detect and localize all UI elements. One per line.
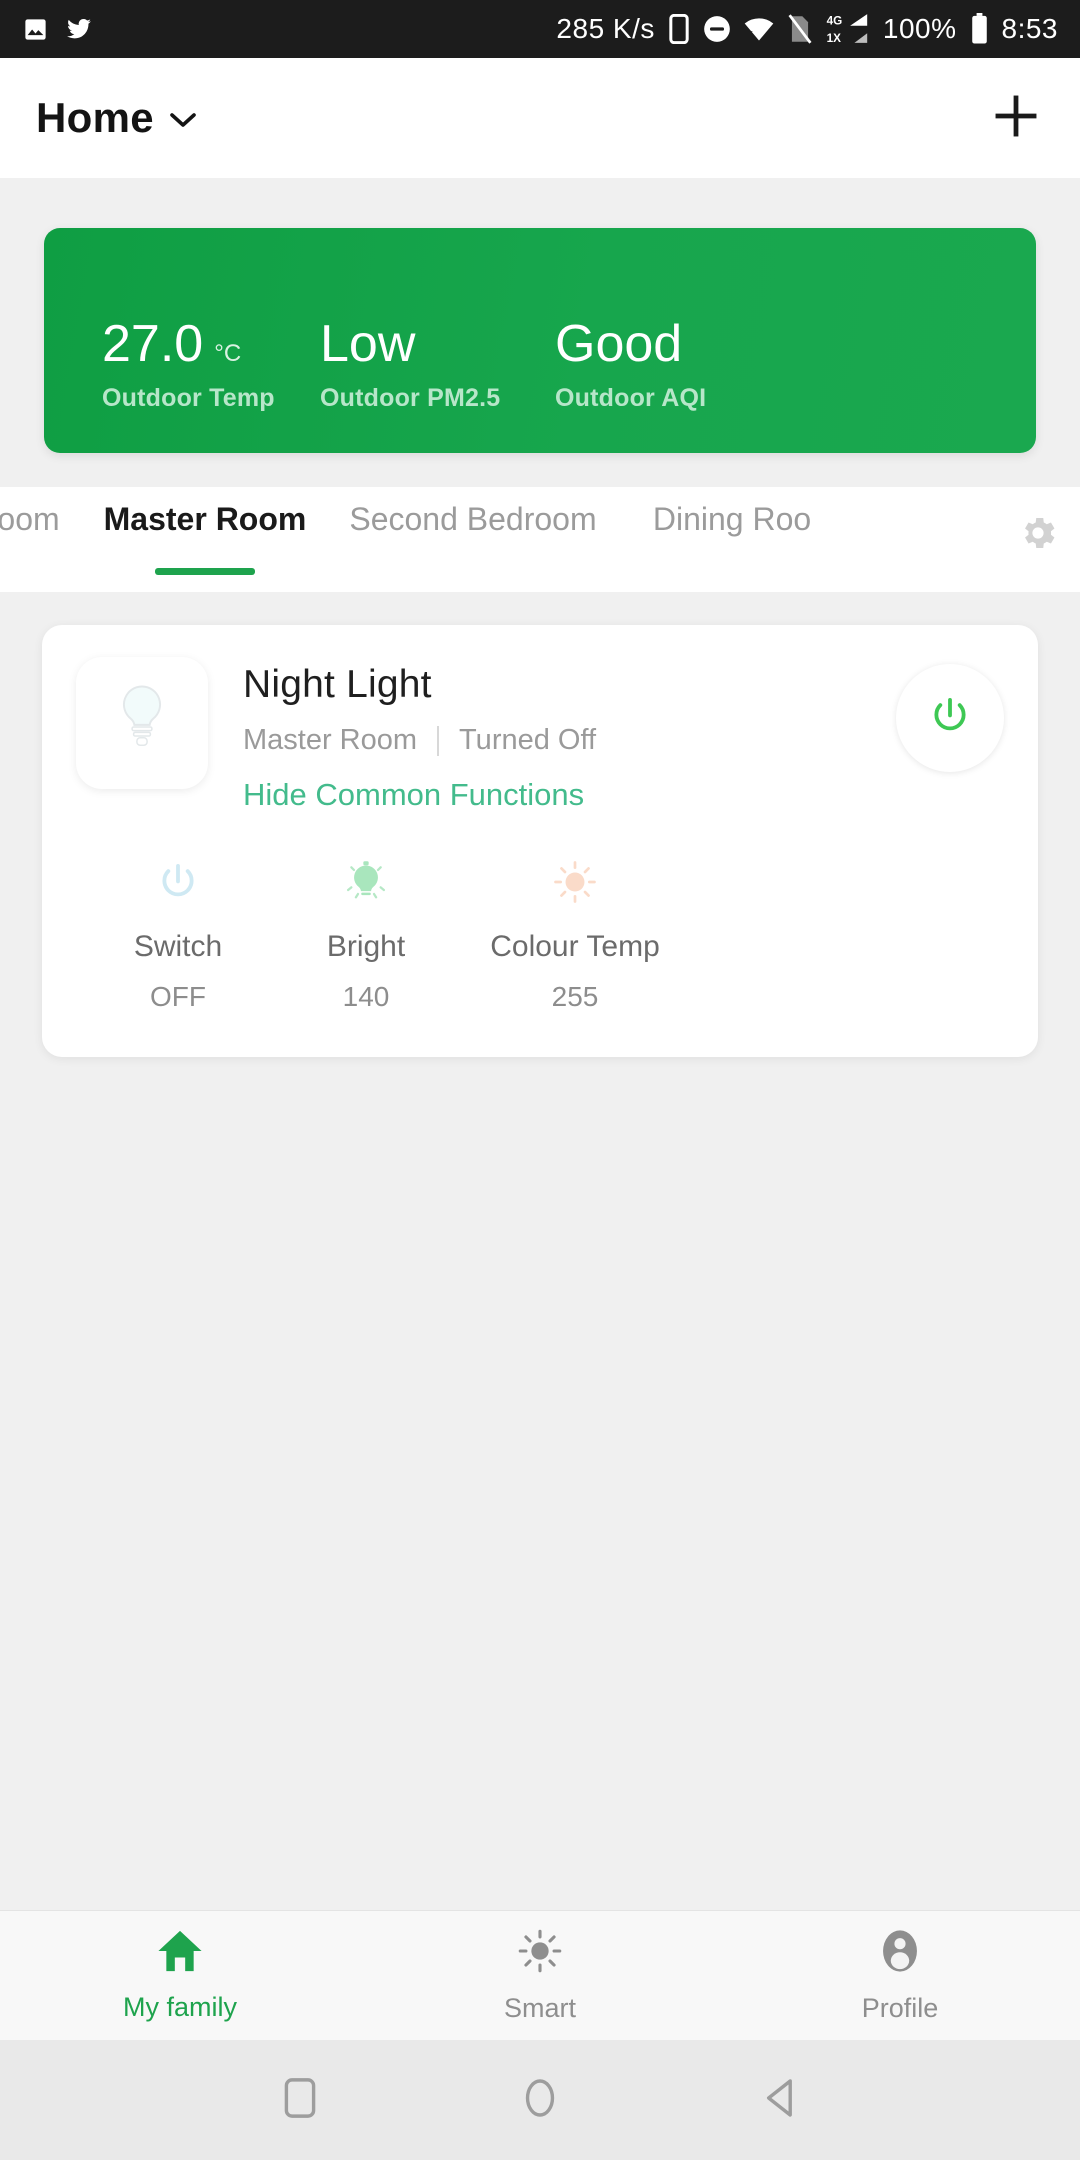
subtitle-divider [437,725,440,756]
colour-temp-sun-icon [552,858,598,906]
vibrate-icon [668,13,690,45]
env-label: Outdoor AQI [555,384,707,412]
recents-square-icon [283,2076,317,2125]
environment-card[interactable]: 27.0 °C Outdoor Temp Low Outdoor PM2.5 G… [44,228,1036,453]
device-room: Master Room [243,724,418,756]
hide-common-functions-link[interactable]: Hide Common Functions [243,777,896,813]
function-colour-temp[interactable]: Colour Temp 255 [460,858,690,1013]
plus-icon [991,91,1041,146]
back-button[interactable] [745,2065,815,2135]
device-name: Night Light [243,663,432,706]
device-card-night-light[interactable]: Night Light Master Room Turned Off Hide … [42,625,1038,1057]
bulb-icon [111,682,173,765]
bottom-navigation: My family Smart Profile [0,1910,1080,2040]
home-circle-icon [523,2076,557,2125]
function-name: Switch [133,930,223,963]
tab-dining-room[interactable]: Dining Roo [612,487,852,592]
gear-icon [1017,512,1059,559]
tab-underline [155,568,255,575]
network-speed-text: 285 K/s [556,13,655,44]
home-button[interactable] [505,2065,575,2135]
env-value: Good [555,315,683,374]
device-list-area: Night Light Master Room Turned Off Hide … [0,592,1080,1910]
clock-text: 8:53 [1001,13,1058,44]
wifi-icon [744,16,774,42]
home-selector[interactable]: Home [36,94,196,142]
device-info: Night Light Master Room Turned Off Hide … [243,657,896,813]
env-metric-outdoor-aqi: Good Outdoor AQI [555,317,706,413]
battery-full-icon [970,13,989,45]
nav-label: Profile [861,1992,939,2023]
function-name: Bright [326,930,406,963]
recents-button[interactable] [265,2065,335,2135]
battery-percent-text: 100% [882,13,957,44]
tab-label: Room [0,501,60,537]
page-title: Home [36,94,154,141]
tab-room[interactable]: Room [0,487,76,592]
env-label: Outdoor PM2.5 [320,384,501,412]
tab-master-room[interactable]: Master Room [76,487,334,592]
status-bar: 285 K/s 4G 1X 100% 8:53 [0,0,1080,58]
nav-label: Smart [503,1992,576,2023]
function-switch[interactable]: Switch OFF [84,858,272,1013]
room-settings-button[interactable] [1010,507,1066,563]
nav-item-smart[interactable]: Smart [360,1928,720,2024]
svg-text:4G: 4G [827,15,843,28]
profile-avatar-icon [879,1928,921,1979]
sim-off-icon [787,14,813,44]
chevron-down-icon [170,112,196,128]
app-header: Home [0,58,1080,178]
nav-label: My family [123,1991,237,2022]
brightness-bulb-icon [343,858,389,906]
signal-4g-1x-icon: 4G 1X [826,13,870,45]
twitter-icon [65,16,93,42]
phone-screen: 285 K/s 4G 1X 100% 8:53 Home 27.0 °C Out… [0,0,1080,2160]
power-icon [156,858,200,906]
device-subtitle: Master Room Turned Off [243,724,896,757]
image-icon [22,16,49,43]
svg-text:1X: 1X [827,32,842,45]
common-functions-row: Switch OFF Bright 140 Colour Temp 255 [42,813,1038,1013]
do-not-disturb-icon [703,15,731,43]
env-unit: °C [214,340,242,368]
device-power-button[interactable] [896,664,1004,772]
tab-label: Second Bedroom [349,501,597,537]
function-value: 255 [551,981,599,1012]
function-name: Colour Temp [490,930,660,963]
tab-second-bedroom[interactable]: Second Bedroom [334,487,612,592]
env-metric-outdoor-pm25: Low Outdoor PM2.5 [320,317,555,413]
power-icon [928,694,972,743]
function-value: OFF [150,981,206,1012]
env-label: Outdoor Temp [102,384,275,412]
nav-item-my-family[interactable]: My family [0,1929,360,2023]
home-icon [157,1929,203,1978]
smart-sun-icon [517,1928,563,1979]
back-triangle-icon [763,2076,797,2125]
function-bright[interactable]: Bright 140 [272,858,460,1013]
function-value: 140 [342,981,390,1012]
room-tab-bar[interactable]: Room Master Room Second Bedroom Dining R… [0,487,1080,592]
nav-item-profile[interactable]: Profile [720,1928,1080,2024]
env-value: 27.0 [102,315,204,374]
tab-label: Master Room [103,501,307,537]
env-value: Low [320,315,416,374]
device-card-header: Night Light Master Room Turned Off Hide … [42,625,1038,813]
tab-label: Dining Roo [652,501,812,537]
status-bar-notification-icons [22,16,93,43]
android-navigation-bar [0,2040,1080,2160]
device-status: Turned Off [459,724,597,756]
env-metric-outdoor-temp: 27.0 °C Outdoor Temp [102,317,320,413]
add-device-button[interactable] [988,90,1044,146]
device-thumbnail[interactable] [76,657,208,789]
status-bar-system-icons: 285 K/s 4G 1X 100% 8:53 [556,13,1058,45]
